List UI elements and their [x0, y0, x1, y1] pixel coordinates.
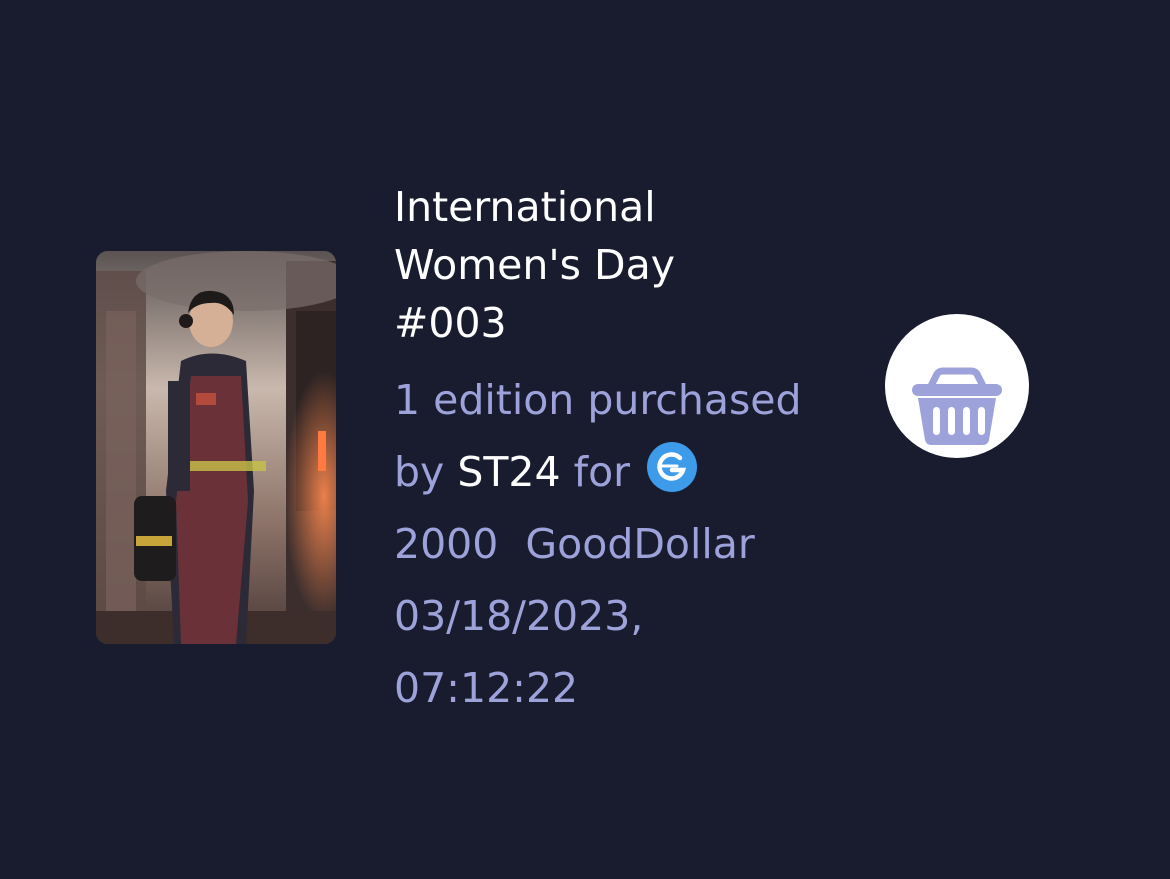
- purchase-time: 07:12:22: [394, 664, 579, 712]
- basket-icon: [912, 367, 1002, 445]
- basket-button[interactable]: [885, 314, 1029, 458]
- price-line: 2000 GoodDollar: [394, 508, 864, 580]
- edition-count: 1 edition purchased: [394, 376, 802, 424]
- nft-title-line: International: [394, 183, 656, 231]
- nft-title-line: #003: [394, 299, 507, 347]
- price-currency: GoodDollar: [525, 520, 755, 568]
- purchase-meta: 1 edition purchased by ST24 for 2000 Goo…: [394, 364, 864, 724]
- purchase-activity-card: International Women's Day #003 1 edition…: [0, 0, 1170, 879]
- buyer-line: by ST24 for: [394, 436, 864, 508]
- by-label: by: [394, 448, 445, 496]
- nft-title[interactable]: International Women's Day #003: [394, 178, 864, 352]
- buyer-name[interactable]: ST24: [457, 448, 560, 496]
- nft-thumbnail[interactable]: [96, 251, 336, 644]
- nft-title-line: Women's Day: [394, 241, 675, 289]
- price-amount: 2000: [394, 520, 499, 568]
- gooddollar-icon: [647, 442, 698, 492]
- purchase-info: International Women's Day #003 1 edition…: [394, 178, 864, 724]
- for-label: for: [573, 448, 631, 496]
- nft-artwork: [96, 251, 336, 644]
- purchase-date: 03/18/2023,: [394, 592, 644, 640]
